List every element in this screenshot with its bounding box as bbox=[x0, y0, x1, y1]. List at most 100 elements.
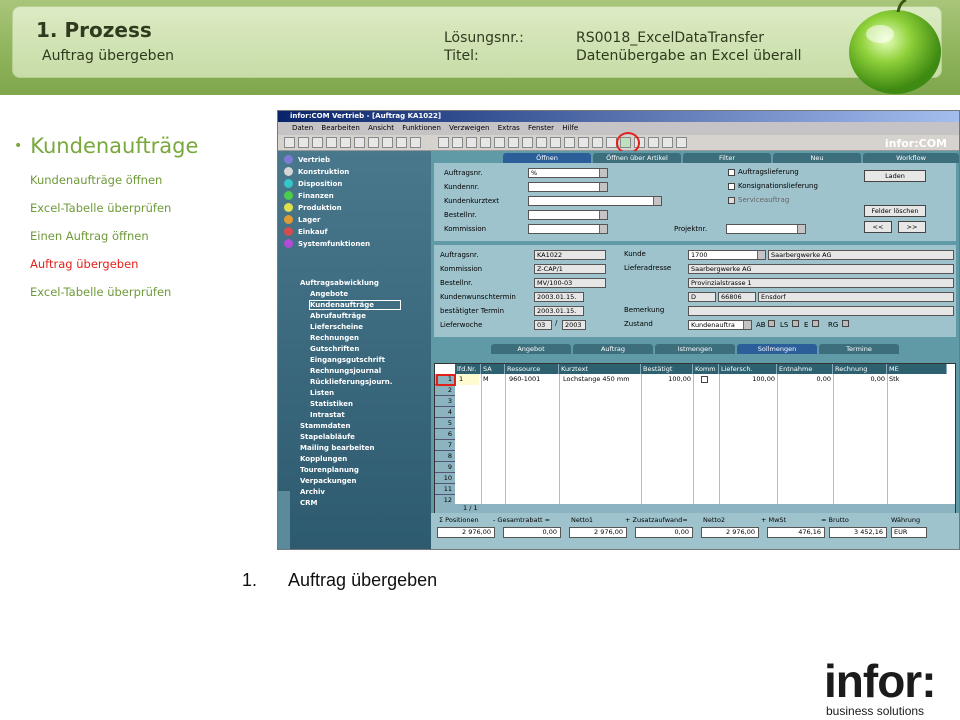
tab-auftrag[interactable]: Auftrag bbox=[573, 344, 653, 354]
row-number[interactable]: 2 bbox=[435, 385, 455, 396]
nav-item-kundenauftraege-oeffnen[interactable]: Kundenaufträge öffnen bbox=[30, 173, 162, 187]
toolbar-btn[interactable] bbox=[592, 137, 603, 148]
next-button[interactable]: >> bbox=[898, 221, 926, 233]
toolbar-btn[interactable] bbox=[438, 137, 449, 148]
row-number[interactable]: 4 bbox=[435, 407, 455, 418]
module-lager[interactable]: Lager bbox=[298, 216, 320, 224]
row-number[interactable]: 8 bbox=[435, 451, 455, 462]
toolbar-btn[interactable] bbox=[648, 137, 659, 148]
order-kommission-field[interactable]: Z-CAP/1 bbox=[534, 264, 606, 274]
tab-oeffnen-artikel[interactable]: Öffnen über Artikel bbox=[593, 153, 681, 163]
row-number[interactable]: 3 bbox=[435, 396, 455, 407]
tree-item-listen[interactable]: Listen bbox=[310, 389, 334, 397]
row-number[interactable]: 7 bbox=[435, 440, 455, 451]
flag-e-check[interactable] bbox=[812, 320, 819, 327]
col-ressource[interactable]: Ressource bbox=[505, 364, 559, 374]
toolbar-btn[interactable] bbox=[536, 137, 547, 148]
toolbar-btn[interactable] bbox=[662, 137, 673, 148]
col-entnahme[interactable]: Entnahme bbox=[777, 364, 833, 374]
plz-field[interactable]: 66806 bbox=[718, 292, 756, 302]
menu-fenster[interactable]: Fenster bbox=[528, 124, 554, 132]
tree-item-abrufauftraege[interactable]: Abrufaufträge bbox=[310, 312, 366, 320]
search-kundennr-input[interactable] bbox=[528, 182, 608, 192]
order-lieferwoche-week[interactable]: 03 bbox=[534, 320, 552, 330]
kunde-nr-select[interactable]: 1700 bbox=[688, 250, 766, 260]
tab-istmengen[interactable]: Istmengen bbox=[655, 344, 735, 354]
tree-item-angebote[interactable]: Angebote bbox=[310, 290, 348, 298]
toolbar-btn[interactable] bbox=[326, 137, 337, 148]
tree-item-verpackungen[interactable]: Verpackungen bbox=[300, 477, 356, 485]
tree-item-eingangsgutschrift[interactable]: Eingangsgutschrift bbox=[310, 356, 385, 364]
row-number[interactable]: 10 bbox=[435, 473, 455, 484]
row1-bestaetigt[interactable]: 100,00 bbox=[641, 374, 693, 385]
toolbar-btn[interactable] bbox=[368, 137, 379, 148]
toolbar-btn[interactable] bbox=[578, 137, 589, 148]
nav-item-auftrag-oeffnen[interactable]: Einen Auftrag öffnen bbox=[30, 229, 149, 243]
col-bestaetigt[interactable]: Bestätigt bbox=[641, 364, 693, 374]
toolbar-btn[interactable] bbox=[466, 137, 477, 148]
menu-funktionen[interactable]: Funktionen bbox=[402, 124, 441, 132]
row1-entnahme[interactable]: 0,00 bbox=[777, 374, 833, 385]
tree-item-crm[interactable]: CRM bbox=[300, 499, 318, 507]
module-einkauf[interactable]: Einkauf bbox=[298, 228, 328, 236]
toolbar-btn[interactable] bbox=[396, 137, 407, 148]
row-number[interactable]: 11 bbox=[435, 484, 455, 495]
tree-item-archiv[interactable]: Archiv bbox=[300, 488, 325, 496]
nav-item-excel-pruefen-2[interactable]: Excel-Tabelle überprüfen bbox=[30, 285, 171, 299]
tree-item-rechnungsjournal[interactable]: Rechnungsjournal bbox=[310, 367, 381, 375]
order-wunschtermin-field[interactable]: 2003.01.15. bbox=[534, 292, 584, 302]
toolbar-btn[interactable] bbox=[452, 137, 463, 148]
row-number[interactable]: 9 bbox=[435, 462, 455, 473]
module-produktion[interactable]: Produktion bbox=[298, 204, 342, 212]
col-me[interactable]: ME bbox=[887, 364, 947, 374]
load-button[interactable]: Laden bbox=[864, 170, 926, 182]
toolbar-btn[interactable] bbox=[550, 137, 561, 148]
module-disposition[interactable]: Disposition bbox=[298, 180, 342, 188]
tab-angebot[interactable]: Angebot bbox=[491, 344, 571, 354]
tree-item-mailing[interactable]: Mailing bearbeiten bbox=[300, 444, 375, 452]
prev-button[interactable]: << bbox=[864, 221, 892, 233]
tree-item-ruecklieferungsjournal[interactable]: Rücklieferungsjourn. bbox=[310, 378, 392, 386]
toolbar-btn[interactable] bbox=[340, 137, 351, 148]
menu-ansicht[interactable]: Ansicht bbox=[368, 124, 394, 132]
row1-kurztext[interactable]: Lochstange 450 mm bbox=[561, 374, 641, 385]
toolbar-btn[interactable] bbox=[382, 137, 393, 148]
tab-termine[interactable]: Termine bbox=[819, 344, 899, 354]
row-number[interactable]: 5 bbox=[435, 418, 455, 429]
zustand-select[interactable]: Kundenauftra bbox=[688, 320, 752, 330]
toolbar-btn[interactable] bbox=[522, 137, 533, 148]
module-konstruktion[interactable]: Konstruktion bbox=[298, 168, 349, 176]
tree-item-stapelablaeufe[interactable]: Stapelabläufe bbox=[300, 433, 355, 441]
land-field[interactable]: D bbox=[688, 292, 716, 302]
search-projektnr-input[interactable] bbox=[726, 224, 806, 234]
bemerkung-field[interactable] bbox=[688, 306, 954, 316]
tree-item-rechnungen[interactable]: Rechnungen bbox=[310, 334, 359, 342]
toolbar-btn[interactable] bbox=[676, 137, 687, 148]
toolbar-btn[interactable] bbox=[354, 137, 365, 148]
menu-verzweigen[interactable]: Verzweigen bbox=[449, 124, 489, 132]
module-systemfunktionen[interactable]: Systemfunktionen bbox=[298, 240, 370, 248]
tab-filter[interactable]: Filter bbox=[683, 153, 771, 163]
order-auftragsnr-field[interactable]: KA1022 bbox=[534, 250, 606, 260]
flag-ls-check[interactable] bbox=[792, 320, 799, 327]
module-vertrieb[interactable]: Vertrieb bbox=[298, 156, 330, 164]
tree-item-gutschriften[interactable]: Gutschriften bbox=[310, 345, 359, 353]
check-serviceauftrag[interactable] bbox=[728, 197, 735, 204]
toolbar-btn[interactable] bbox=[564, 137, 575, 148]
tree-item-lieferscheine[interactable]: Lieferscheine bbox=[310, 323, 363, 331]
col-kurztext[interactable]: Kurztext bbox=[559, 364, 641, 374]
tree-item-kundenauftraege[interactable]: Kundenaufträge bbox=[309, 300, 401, 310]
flag-ab-check[interactable] bbox=[768, 320, 775, 327]
nav-item-auftrag-uebergeben[interactable]: Auftrag übergeben bbox=[30, 257, 138, 271]
ort-field[interactable]: Ensdorf bbox=[758, 292, 954, 302]
tree-item-intrastat[interactable]: Intrastat bbox=[310, 411, 345, 419]
tree-item-statistiken[interactable]: Statistiken bbox=[310, 400, 353, 408]
row1-me[interactable]: Stk bbox=[887, 374, 927, 385]
flag-rg-check[interactable] bbox=[842, 320, 849, 327]
clear-fields-button[interactable]: Felder löschen bbox=[864, 205, 926, 217]
search-auftragsnr-input[interactable]: % bbox=[528, 168, 608, 178]
menu-hilfe[interactable]: Hilfe bbox=[562, 124, 578, 132]
kunde-name-field[interactable]: Saarbergwerke AG bbox=[768, 250, 954, 260]
tree-item-tourenplanung[interactable]: Tourenplanung bbox=[300, 466, 359, 474]
search-kundenkurztext-input[interactable] bbox=[528, 196, 662, 206]
